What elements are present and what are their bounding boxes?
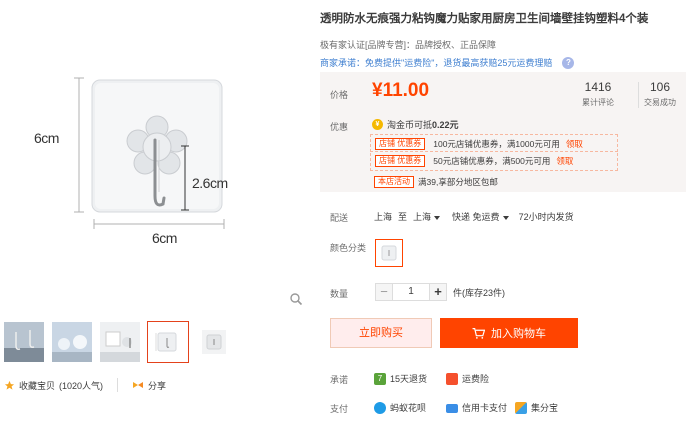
thumbnail-2[interactable] [52, 322, 92, 362]
divider [117, 378, 119, 392]
quantity-label: 数量 [330, 289, 349, 299]
insurance-icon [446, 372, 458, 385]
taobao-coin-line: ¥ 淘金币可抵 0.22元 [372, 118, 459, 131]
claim-coupon-link[interactable]: 领取 [566, 138, 583, 150]
huabei-icon [374, 401, 386, 414]
coupon-tag: 店铺 优惠券 [375, 138, 426, 150]
return-7day-icon: 7 [374, 372, 386, 385]
share-link[interactable]: 分享 [132, 379, 166, 392]
activity-text: 满39,享部分地区包邮 [418, 177, 498, 187]
coin-text: 淘金币可抵 [387, 120, 433, 130]
stock-text: 件(库存23件) [453, 287, 506, 298]
return-label: 15天退货 [390, 374, 428, 384]
payment-label: 支付 [330, 404, 349, 414]
stat-divider [638, 82, 639, 108]
price-value: ¥11.00 [372, 80, 430, 101]
share-bar: 收藏宝贝 (1020人气) 分享 [4, 378, 166, 392]
sales-label: 交易成功 [644, 98, 676, 107]
zoom-icon[interactable] [289, 292, 303, 306]
delivery-label: 配送 [330, 213, 349, 223]
coupon-text: 100元店铺优惠券，满1000元可用 [433, 139, 560, 149]
coupon-row-2: 店铺 优惠券 50元店铺优惠券，满500元可用 领取 [370, 153, 618, 171]
delivery-line: 上海 至 上海 快递 免运费 72小时内发货 [374, 210, 574, 223]
promo-label: 优惠 [330, 122, 349, 132]
decrease-button[interactable]: − [375, 283, 393, 301]
cart-icon [472, 327, 485, 339]
quantity-input[interactable]: 1 [393, 283, 429, 301]
width-dimension-label: 6cm [152, 230, 177, 246]
reviews-label: 累计评论 [582, 98, 614, 107]
jifenbao-icon [515, 401, 527, 414]
huabei-payment[interactable]: 蚂蚁花呗 [374, 401, 426, 414]
favorite-link[interactable]: 收藏宝贝 (1020人气) [4, 379, 103, 392]
favorite-count: (1020人气) [59, 380, 104, 391]
shipping-value: 快递 免运费 [452, 212, 500, 222]
add-to-cart-button[interactable]: 加入购物车 [440, 318, 578, 348]
chevron-down-icon [434, 215, 441, 220]
price-label: 价格 [330, 90, 349, 100]
thumbnail-3[interactable] [100, 322, 140, 362]
jifenbao-payment[interactable]: 集分宝 [515, 401, 558, 414]
merchant-promise-text: 商家承诺：免费提供"运费险"，退货最高获赔25元运费理赔 [320, 58, 553, 68]
coupon-tag: 店铺 优惠券 [375, 155, 426, 167]
product-title: 透明防水无痕强力粘钩魔力贴家用厨房卫生间墙壁挂钩塑料4个装 [320, 13, 649, 25]
reviews-count: 1416 [584, 80, 612, 94]
increase-button[interactable]: + [429, 283, 447, 301]
color-swatch-selected[interactable] [375, 239, 403, 267]
coupon-text: 50元店铺优惠券，满500元可用 [433, 156, 551, 166]
help-icon[interactable]: ? [562, 56, 575, 69]
chevron-down-icon [502, 215, 509, 220]
coupon-row-1: 店铺 优惠券 100元店铺优惠券，满1000元可用 领取 [370, 134, 618, 152]
shipping-select[interactable]: 快递 免运费 [452, 210, 509, 223]
credit-card-payment[interactable]: 信用卡支付 [446, 401, 507, 414]
credit-card-icon [446, 403, 458, 413]
hook-dimension-label: 2.6cm [192, 175, 228, 191]
share-icon [133, 382, 144, 388]
sales-stat: 106 交易成功 [644, 80, 676, 108]
merchant-promise[interactable]: 商家承诺：免费提供"运费险"，退货最高获赔25元运费理赔 ? [320, 56, 575, 69]
variant-label: 颜色分类 [330, 243, 367, 253]
thumbnail-5[interactable] [202, 330, 226, 354]
brand-auth-line: 极有家认证[品牌专营]：品牌授权、正品保障 [320, 40, 497, 50]
ship-from: 上海 [374, 212, 393, 222]
star-icon [4, 380, 15, 390]
buy-now-button[interactable]: 立即购买 [330, 318, 432, 348]
huabei-label: 蚂蚁花呗 [390, 403, 427, 413]
jifenbao-label: 集分宝 [531, 403, 559, 413]
return-policy[interactable]: 7 15天退货 [374, 372, 427, 385]
sales-count: 106 [649, 80, 671, 94]
claim-coupon-link[interactable]: 领取 [556, 155, 573, 167]
favorite-label: 收藏宝贝 [19, 380, 56, 391]
promise-label: 承诺 [330, 375, 349, 385]
ship-to-value: 上海 [413, 212, 432, 222]
reviews-stat[interactable]: 1416 累计评论 [582, 80, 614, 108]
ship-to-select[interactable]: 上海 [413, 210, 441, 223]
freight-insurance-label: 运费险 [462, 374, 490, 384]
height-dimension-label: 6cm [34, 130, 59, 146]
price-panel: 价格 ¥11.00 1416 累计评论 106 交易成功 优惠 ¥ 淘金币可抵 0… [320, 72, 686, 192]
coin-icon: ¥ [372, 119, 383, 130]
thumbnail-1[interactable] [4, 322, 44, 362]
main-product-image[interactable]: 6cm 6cm 2.6cm [0, 0, 310, 312]
share-label: 分享 [148, 380, 167, 391]
freight-insurance[interactable]: 运费险 [446, 372, 489, 385]
activity-tag: 本店活动 [374, 176, 414, 188]
thumbnail-4-selected[interactable] [147, 321, 189, 363]
dispatch-time: 72小时内发货 [518, 212, 574, 222]
add-to-cart-label: 加入购物车 [491, 328, 546, 340]
coin-amount: 0.22元 [432, 120, 459, 130]
ship-to-word: 至 [398, 212, 408, 222]
shop-activity: 本店活动 满39,享部分地区包邮 [374, 176, 498, 188]
quantity-stepper: − 1 + 件(库存23件) [375, 283, 505, 301]
credit-card-label: 信用卡支付 [462, 403, 508, 413]
